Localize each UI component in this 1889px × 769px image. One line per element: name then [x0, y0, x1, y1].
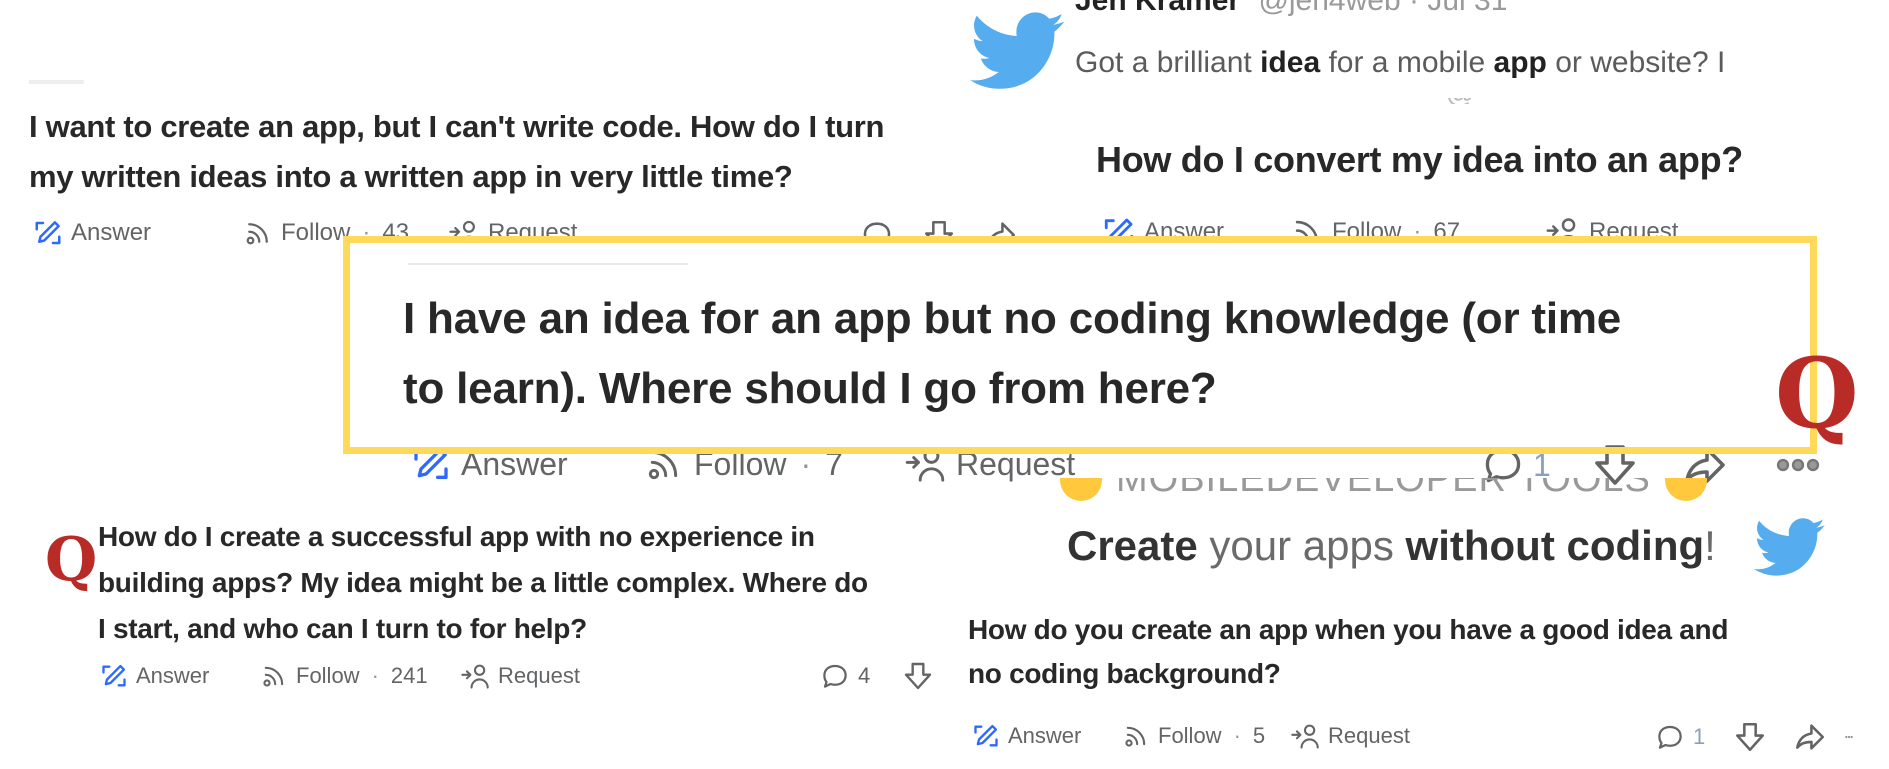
tweet-date: Jul 31 [1427, 0, 1508, 17]
follow-count: 5 [1252, 723, 1266, 748]
emoji-icon [1060, 478, 1102, 501]
follow-button[interactable]: Follow · 241 [260, 662, 460, 690]
quora-logo-icon: Q [45, 525, 98, 595]
tweet-cut-line: ' ' ' ' ' @ [1075, 98, 1855, 104]
quora-logo-icon: Q [1775, 337, 1859, 450]
tweet-card-top: Jen Kramer @jen4web · Jul 31 Got a brill… [968, 0, 1889, 110]
answer-button[interactable]: Answer [100, 662, 260, 690]
more-icon[interactable] [1775, 456, 1821, 474]
tweet-handle: @jen4web [1258, 0, 1401, 17]
comment-button[interactable]: 4 [820, 661, 902, 691]
comment-icon [820, 661, 850, 691]
request-icon [460, 662, 490, 690]
follow-count: 241 [390, 663, 428, 688]
tweet-header: MOBILEDEVELOPER TOOLS [1060, 478, 1760, 502]
share-icon[interactable] [1793, 720, 1827, 754]
tweet-text: Got a brilliant idea for a mobile app or… [1075, 46, 1726, 79]
tweet-author: Jen Kramer [1075, 0, 1241, 17]
follow-icon [243, 218, 273, 248]
question-card-q1: I want to create an app, but I can't wri… [0, 70, 1090, 260]
twitter-bird-icon [1754, 518, 1826, 578]
tweet-card-bottom: MOBILEDEVELOPER TOOLS Create your apps w… [1060, 478, 1889, 588]
tweet-text: Create your apps without coding! [1067, 522, 1716, 569]
question-title[interactable]: How do I create a successful app with no… [98, 514, 868, 652]
question-title[interactable]: I want to create an app, but I can't wri… [29, 102, 884, 202]
downvote-icon[interactable] [902, 660, 934, 692]
request-button[interactable]: Request [460, 662, 580, 690]
question-title[interactable]: How do I convert my idea into an app? [1096, 138, 1743, 182]
comment-count: 4 [858, 663, 871, 688]
comment-icon [1655, 722, 1685, 752]
highlight-box [343, 236, 1817, 454]
more-icon[interactable] [1845, 732, 1853, 742]
answer-button[interactable]: Answer [33, 218, 243, 248]
question-card-q3: I have an idea for an app but no coding … [343, 236, 1889, 496]
answer-button[interactable]: Answer [972, 722, 1122, 750]
question-card-q5: How do you create an app when you have a… [960, 600, 1889, 769]
divider [29, 80, 84, 84]
question-title[interactable]: How do you create an app when you have a… [968, 608, 1728, 696]
question-card-q2: How do I convert my idea into an app? An… [1090, 130, 1889, 240]
answer-icon [100, 662, 128, 690]
answer-icon [972, 722, 1000, 750]
request-icon [1290, 722, 1320, 750]
follow-icon [1122, 722, 1150, 750]
question-card-q4: Q How do I create a successful app with … [0, 510, 960, 710]
question-actions: Answer Follow · 5 Request [972, 722, 1410, 750]
tweet-cut-line: ' ' [1070, 578, 1770, 584]
tweet-header: Jen Kramer @jen4web · Jul 31 [1075, 0, 1875, 22]
question-actions: Answer Follow · 241 Request [100, 662, 580, 690]
answer-icon [33, 218, 63, 248]
emoji-icon [1664, 478, 1707, 501]
question-secondary-actions: 1 [1655, 720, 1853, 754]
downvote-icon[interactable] [1733, 720, 1767, 754]
follow-icon [260, 662, 288, 690]
question-secondary-actions: 4 [820, 660, 934, 692]
comment-button[interactable]: 1 [1655, 722, 1733, 752]
comment-count: 1 [1693, 724, 1706, 749]
follow-button[interactable]: Follow · 5 [1122, 722, 1290, 750]
request-button[interactable]: Request [1290, 722, 1410, 750]
